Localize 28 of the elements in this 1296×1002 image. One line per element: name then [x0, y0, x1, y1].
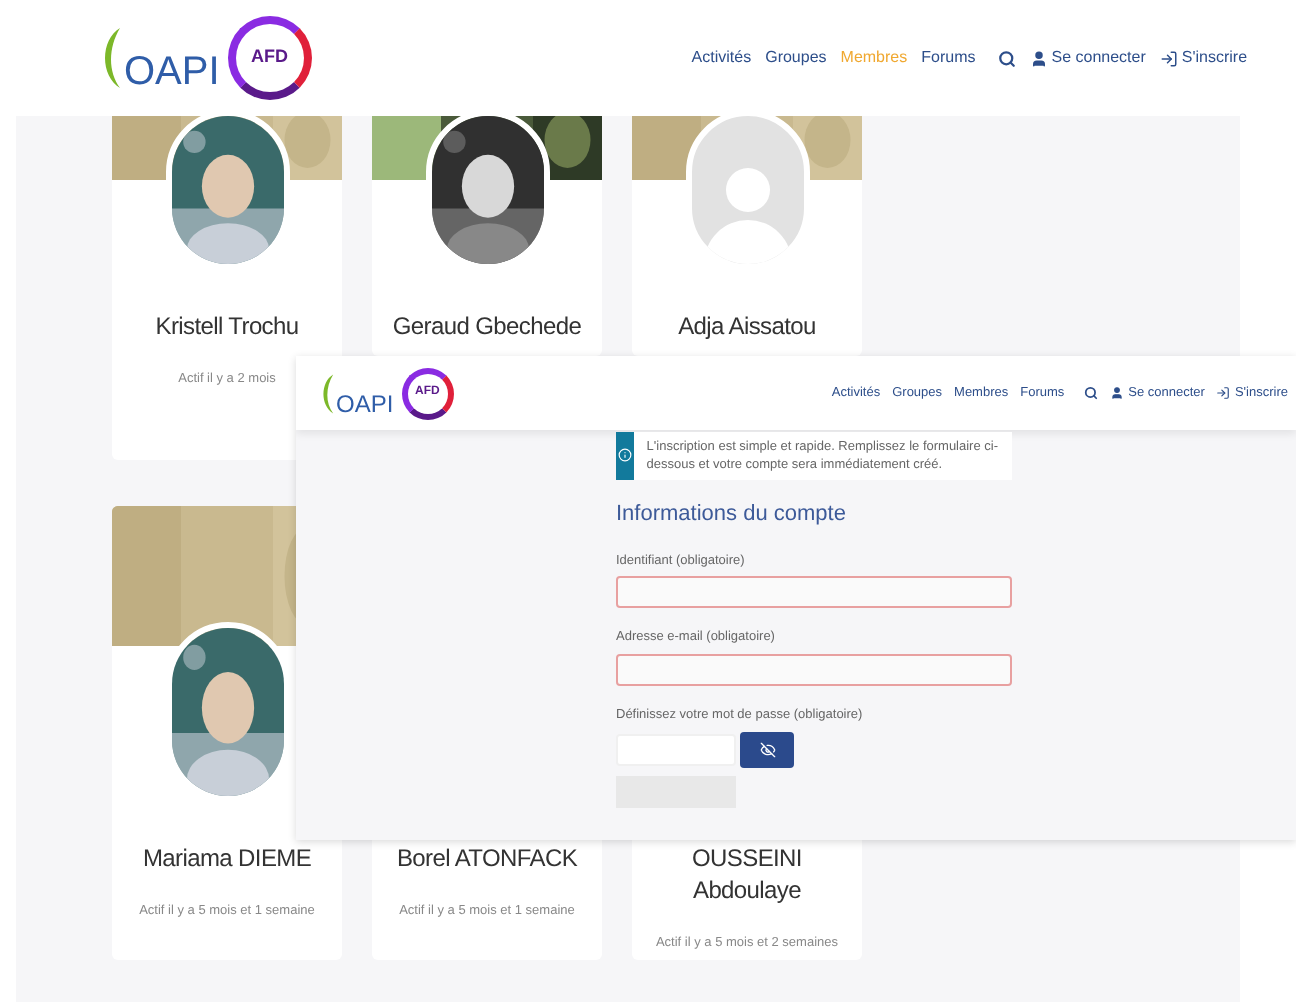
sign-in-icon [1159, 49, 1178, 67]
register-link[interactable]: S'inscrire [1159, 46, 1248, 70]
logo-badge: AFD [227, 16, 312, 100]
input-field[interactable] [616, 654, 1012, 686]
user-icon [1110, 386, 1125, 400]
search-icon[interactable] [1084, 386, 1099, 400]
member-name[interactable]: Borel ATONFACK [396, 842, 578, 874]
show-password-button[interactable] [740, 731, 794, 768]
logo-wordmark: OAPI [124, 52, 220, 92]
member-name[interactable]: Mariama DIEME [142, 842, 312, 874]
member-name[interactable]: Kristell Trochu [155, 310, 299, 342]
user-icon [1029, 49, 1048, 67]
login-link[interactable]: Se connecter [1029, 46, 1146, 70]
eye-slash-icon [759, 741, 775, 758]
member-name[interactable]: OUSSEINI Abdoulaye [647, 842, 847, 906]
input-field[interactable] [616, 576, 1012, 609]
nav-link[interactable]: Forums [921, 46, 976, 70]
member-card[interactable]: Adja Aissatou [632, 116, 862, 356]
sign-in-icon [1216, 386, 1231, 400]
member-name[interactable]: Geraud Gbechede [392, 310, 582, 342]
leaf-icon [100, 24, 124, 92]
nav-link[interactable]: Groupes [765, 46, 827, 70]
section-heading: Informations du compte [616, 500, 848, 530]
search-icon[interactable] [997, 49, 1016, 67]
logo-wordmark: OAPI [336, 391, 394, 415]
member-name[interactable]: Adja Aissatou [678, 310, 816, 342]
nav-link[interactable]: Activités [691, 46, 752, 70]
leaf-icon [320, 371, 336, 415]
